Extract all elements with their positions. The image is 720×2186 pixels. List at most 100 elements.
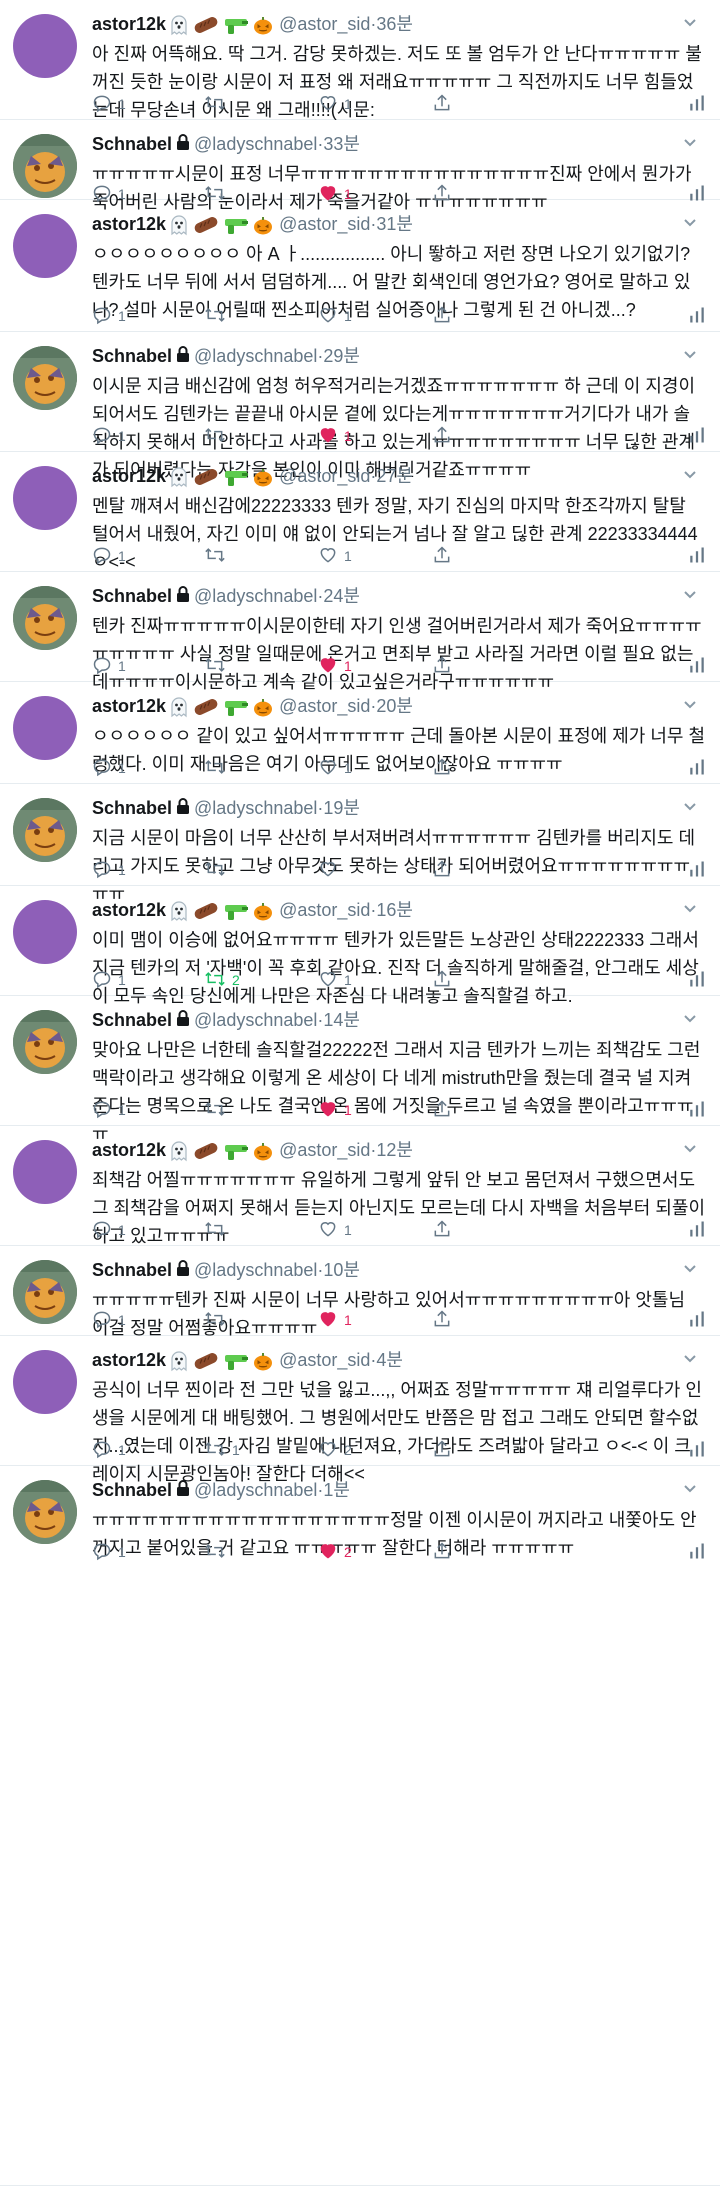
- avatar[interactable]: [13, 1010, 77, 1074]
- tweet-timestamp[interactable]: 36분: [376, 14, 413, 34]
- avatar[interactable]: [13, 346, 77, 410]
- display-name[interactable]: Schnabel: [92, 798, 172, 818]
- reply-button[interactable]: 1: [92, 1436, 126, 1464]
- tweet[interactable]: astor12k @astor_sid·27분 멘탈 깨져서 배신감에222233…: [0, 452, 720, 572]
- tweet[interactable]: Schnabel @ladyschnabel·29분 이시문 지금 배신감에 엄청 …: [0, 332, 720, 480]
- more-options-chevron-down-icon[interactable]: [682, 214, 698, 230]
- display-name[interactable]: astor12k: [92, 214, 166, 234]
- tweet[interactable]: Schnabel @ladyschnabel·19분 지금 시문이 마음이 너무 산…: [0, 784, 720, 904]
- retweet-button[interactable]: [204, 90, 232, 118]
- more-options-chevron-down-icon[interactable]: [682, 346, 698, 362]
- avatar[interactable]: [13, 214, 77, 278]
- user-handle[interactable]: @ladyschnabel: [194, 346, 317, 366]
- more-options-chevron-down-icon[interactable]: [682, 134, 698, 150]
- retweet-button[interactable]: 1: [204, 1436, 240, 1464]
- reply-button[interactable]: 1: [92, 90, 126, 118]
- reply-button[interactable]: 1: [92, 966, 126, 994]
- analytics-button[interactable]: [688, 90, 712, 118]
- display-name[interactable]: Schnabel: [92, 346, 172, 366]
- analytics-button[interactable]: [688, 966, 712, 994]
- reply-button[interactable]: 1: [92, 754, 126, 782]
- tweet[interactable]: Schnabel @ladyschnabel·33분 ㅠㅠㅠㅠㅠ시문이 표정 너무ㅠ…: [0, 120, 720, 212]
- avatar[interactable]: [13, 696, 77, 760]
- display-name[interactable]: astor12k: [92, 696, 166, 716]
- like-button[interactable]: 2: [318, 1436, 352, 1464]
- like-button[interactable]: 1: [318, 966, 352, 994]
- share-button[interactable]: [432, 1216, 458, 1244]
- more-options-chevron-down-icon[interactable]: [682, 798, 698, 814]
- avatar[interactable]: [13, 1480, 77, 1544]
- tweet-timestamp[interactable]: 14분: [323, 1010, 360, 1030]
- more-options-chevron-down-icon[interactable]: [682, 1140, 698, 1156]
- user-handle[interactable]: @ladyschnabel: [194, 134, 317, 154]
- more-options-chevron-down-icon[interactable]: [682, 1480, 698, 1496]
- user-handle[interactable]: @astor_sid: [279, 1350, 370, 1370]
- share-button[interactable]: [432, 856, 458, 884]
- tweet[interactable]: astor12k @astor_sid·31분 ㅇㅇㅇㅇㅇㅇㅇㅇㅇ 아 A ㅏ..…: [0, 200, 720, 332]
- tweet-timestamp[interactable]: 29분: [323, 346, 360, 366]
- like-button[interactable]: 1: [318, 1216, 352, 1244]
- display-name[interactable]: astor12k: [92, 900, 166, 920]
- analytics-button[interactable]: [688, 1096, 712, 1124]
- share-button[interactable]: [432, 1538, 458, 1566]
- retweet-button[interactable]: [204, 1216, 232, 1244]
- more-options-chevron-down-icon[interactable]: [682, 14, 698, 30]
- tweet[interactable]: astor12k @astor_sid·16분 이미 맴이 이승에 없어요ㅠㅠㅠㅠ…: [0, 886, 720, 1006]
- analytics-button[interactable]: [688, 1436, 712, 1464]
- tweet[interactable]: astor12k @astor_sid·20분 ㅇㅇㅇㅇㅇㅇ 같이 있고 싶어서ㅠ…: [0, 682, 720, 784]
- retweet-button[interactable]: 2: [204, 966, 240, 994]
- avatar[interactable]: [13, 14, 77, 78]
- tweet-timestamp[interactable]: 1분: [323, 1480, 350, 1500]
- avatar[interactable]: [13, 466, 77, 530]
- analytics-button[interactable]: [688, 542, 712, 570]
- tweet[interactable]: Schnabel @ladyschnabel·10분 ㅠㅠㅠㅠㅠ텐카 진짜 시문이 …: [0, 1246, 720, 1338]
- display-name[interactable]: Schnabel: [92, 134, 172, 154]
- retweet-button[interactable]: [204, 1538, 232, 1566]
- user-handle[interactable]: @ladyschnabel: [194, 798, 317, 818]
- tweet[interactable]: astor12k @astor_sid·4분 공식이 너무 찐이라 전 그만 넋을…: [0, 1336, 720, 1484]
- tweet-timestamp[interactable]: 16분: [376, 900, 413, 920]
- user-handle[interactable]: @ladyschnabel: [194, 1260, 317, 1280]
- user-handle[interactable]: @astor_sid: [279, 696, 370, 716]
- tweet-timestamp[interactable]: 33분: [323, 134, 360, 154]
- analytics-button[interactable]: [688, 754, 712, 782]
- analytics-button[interactable]: [688, 1538, 712, 1566]
- share-button[interactable]: [432, 422, 458, 450]
- like-button[interactable]: 1: [318, 652, 352, 680]
- more-options-chevron-down-icon[interactable]: [682, 900, 698, 916]
- tweet-timestamp[interactable]: 19분: [323, 798, 360, 818]
- more-options-chevron-down-icon[interactable]: [682, 696, 698, 712]
- share-button[interactable]: [432, 1096, 458, 1124]
- user-handle[interactable]: @ladyschnabel: [194, 586, 317, 606]
- analytics-button[interactable]: [688, 1216, 712, 1244]
- reply-button[interactable]: 1: [92, 856, 126, 884]
- avatar[interactable]: [13, 798, 77, 862]
- display-name[interactable]: astor12k: [92, 466, 166, 486]
- tweet[interactable]: astor12k @astor_sid·12분 죄책감 어찔ㅠㅠㅠㅠㅠㅠㅠ 유일하…: [0, 1126, 720, 1246]
- display-name[interactable]: Schnabel: [92, 1480, 172, 1500]
- retweet-button[interactable]: [204, 422, 232, 450]
- display-name[interactable]: Schnabel: [92, 586, 172, 606]
- analytics-button[interactable]: [688, 422, 712, 450]
- tweet[interactable]: Schnabel @ladyschnabel·24분 텐카 진짜ㅠㅠㅠㅠㅠ이시문이한…: [0, 572, 720, 692]
- like-button[interactable]: 1: [318, 1096, 352, 1124]
- tweet-timestamp[interactable]: 31분: [376, 214, 413, 234]
- retweet-button[interactable]: [204, 856, 232, 884]
- tweet-timestamp[interactable]: 4분: [376, 1350, 403, 1370]
- avatar[interactable]: [13, 134, 77, 198]
- reply-button[interactable]: 1: [92, 302, 126, 330]
- share-button[interactable]: [432, 1436, 458, 1464]
- tweet-timestamp[interactable]: 24분: [323, 586, 360, 606]
- retweet-button[interactable]: [204, 542, 232, 570]
- reply-button[interactable]: 1: [92, 1538, 126, 1566]
- like-button[interactable]: 1: [318, 1306, 352, 1334]
- display-name[interactable]: astor12k: [92, 1140, 166, 1160]
- reply-button[interactable]: 1: [92, 1096, 126, 1124]
- like-button[interactable]: 2: [318, 1538, 352, 1566]
- tweet-timestamp[interactable]: 12분: [376, 1140, 413, 1160]
- tweet[interactable]: astor12k @astor_sid·36분 아 진짜 어뜩해요. 딱 그거. …: [0, 0, 720, 120]
- like-button[interactable]: 1: [318, 754, 352, 782]
- tweet[interactable]: Schnabel @ladyschnabel·14분 맞아요 나만은 너한테 솔직할…: [0, 996, 720, 1144]
- analytics-button[interactable]: [688, 1306, 712, 1334]
- avatar[interactable]: [13, 900, 77, 964]
